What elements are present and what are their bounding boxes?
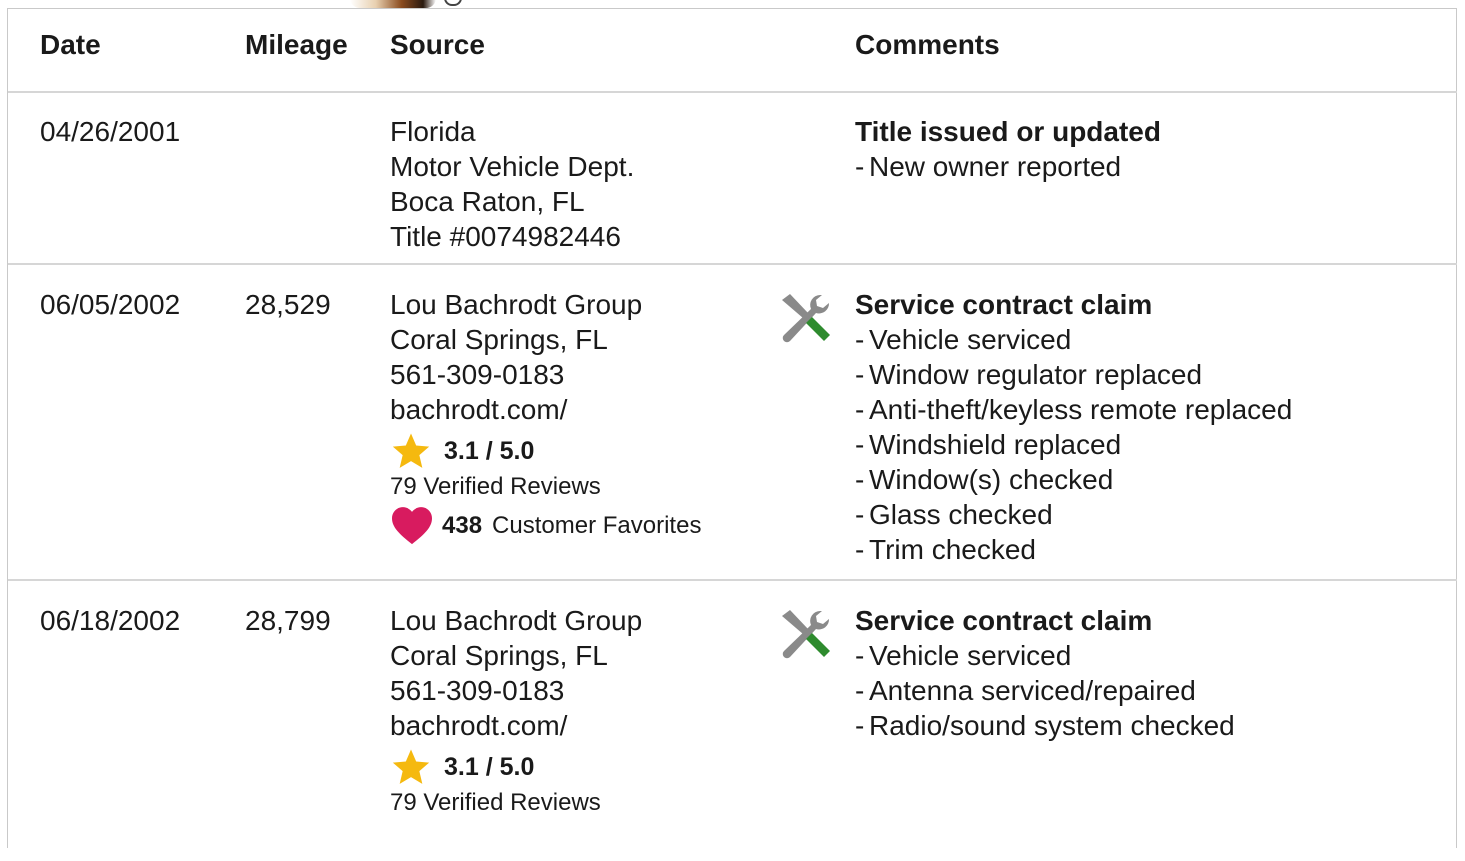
verified-reviews-link[interactable]: 79 Verified Reviews <box>390 469 701 505</box>
vehicle-history-table: Date Mileage Source Comments 04/26/2001 … <box>7 8 1457 848</box>
heart-icon <box>392 507 432 545</box>
verified-reviews-link[interactable]: 79 Verified Reviews <box>390 785 642 821</box>
source-dept: Motor Vehicle Dept. <box>390 151 635 182</box>
comment-title: Service contract claim <box>855 289 1153 320</box>
dealer-rating[interactable]: 3.1 / 5.0 <box>390 749 642 785</box>
record-comments: Service contract claim - Vehicle serviced… <box>855 287 1292 567</box>
table-header: Date Mileage Source Comments <box>8 9 1457 93</box>
header-source: Source <box>390 29 485 60</box>
dealer-rating[interactable]: 3.1 / 5.0 <box>390 433 701 469</box>
rating-value: 3.1 / 5.0 <box>444 752 535 781</box>
record-mileage: 28,799 <box>245 605 331 636</box>
table-row: 06/18/2002 28,799 Lou Bachrodt Group Cor… <box>8 581 1457 861</box>
dealer-name: Lou Bachrodt Group <box>390 605 643 636</box>
table-row: 06/05/2002 28,529 Lou Bachrodt Group Cor… <box>8 265 1457 581</box>
record-comments: Service contract claim - Vehicle serviced… <box>855 603 1235 743</box>
service-tools-icon <box>776 607 832 671</box>
header-comments: Comments <box>855 29 1000 60</box>
comment-item: - Window(s) checked <box>855 464 1114 495</box>
rating-value: 3.1 / 5.0 <box>444 436 535 465</box>
star-icon <box>392 749 430 784</box>
comment-item: - Vehicle serviced <box>855 324 1072 355</box>
comment-item: - Window regulator replaced <box>855 359 1203 390</box>
dealer-location: Coral Springs, FL <box>390 640 608 671</box>
comment-item: - Trim checked <box>855 534 1037 565</box>
dealer-name: Lou Bachrodt Group <box>390 289 643 320</box>
comment-title: Title issued or updated <box>855 116 1161 147</box>
badge-fragment <box>444 0 462 6</box>
comment-item: - Radio/sound system checked <box>855 710 1235 741</box>
record-date: 06/05/2002 <box>40 289 181 320</box>
dealer-website-link[interactable]: bachrodt.com/ <box>390 708 642 743</box>
dealer-phone[interactable]: 561-309-0183 <box>390 357 701 392</box>
dealer-location: Coral Springs, FL <box>390 324 608 355</box>
comment-item: - Anti-theft/keyless remote replaced <box>855 394 1293 425</box>
customer-favorites[interactable]: 438 Customer Favorites <box>390 505 701 545</box>
comment-item: - Glass checked <box>855 499 1053 530</box>
header-mileage: Mileage <box>245 29 348 60</box>
source-name: Florida <box>390 116 476 147</box>
record-mileage: 28,529 <box>245 289 331 320</box>
favorites-label: Customer Favorites <box>492 511 702 539</box>
table-row: 04/26/2001 Florida Motor Vehicle Dept. B… <box>8 92 1457 265</box>
record-source: Florida Motor Vehicle Dept. Boca Raton, … <box>390 114 634 254</box>
comment-title: Service contract claim <box>855 605 1153 636</box>
star-icon <box>392 433 430 468</box>
dealer-phone[interactable]: 561-309-0183 <box>390 673 642 708</box>
comment-item: - Vehicle serviced <box>855 640 1072 671</box>
dealer-logo-fragment <box>350 0 436 8</box>
favorites-count: 438 <box>442 511 483 539</box>
record-source: Lou Bachrodt Group Coral Springs, FL 561… <box>390 603 642 821</box>
comment-item: - Windshield replaced <box>855 429 1122 460</box>
record-source: Lou Bachrodt Group Coral Springs, FL 561… <box>390 287 701 545</box>
record-date: 06/18/2002 <box>40 605 181 636</box>
dealer-website-link[interactable]: bachrodt.com/ <box>390 392 701 427</box>
header-date: Date <box>40 29 101 60</box>
comment-item: - New owner reported <box>855 151 1122 182</box>
source-location: Boca Raton, FL <box>390 186 585 217</box>
record-comments: Title issued or updated - New owner repor… <box>855 114 1161 184</box>
source-title-number: Title #0074982446 <box>390 221 621 252</box>
comment-item: - Antenna serviced/repaired <box>855 675 1196 706</box>
record-date: 04/26/2001 <box>40 116 181 147</box>
service-tools-icon <box>776 291 832 355</box>
